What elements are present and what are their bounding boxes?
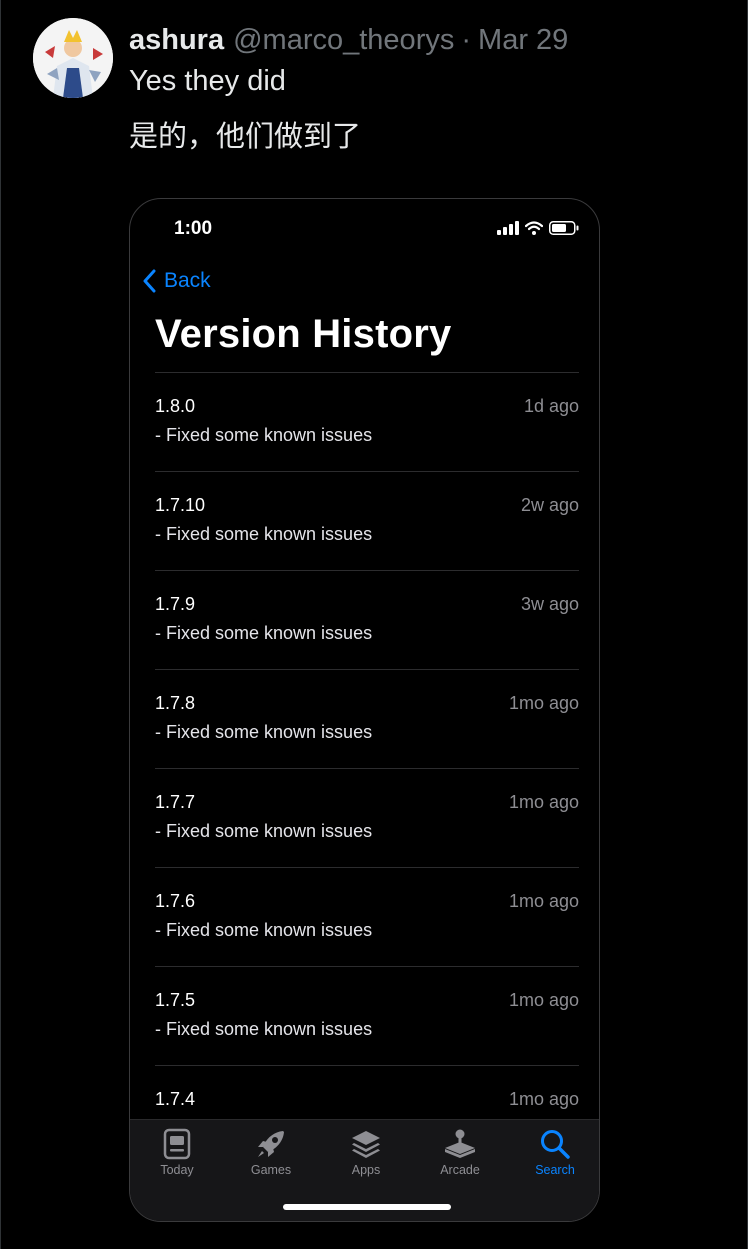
version-number: 1.7.10 bbox=[155, 495, 206, 515]
version-row[interactable]: 1.7.5 1mo ago - Fixed some known issues bbox=[155, 967, 579, 1066]
rocket-icon bbox=[258, 1131, 284, 1157]
battery-icon bbox=[549, 221, 579, 235]
tweet-date[interactable]: Mar 29 bbox=[478, 20, 568, 60]
author-handle[interactable]: @marco_theorys bbox=[233, 20, 454, 60]
version-age: 3w ago bbox=[520, 594, 579, 614]
version-age: 1mo ago bbox=[508, 693, 579, 713]
version-notes: - Fixed some known issues bbox=[155, 920, 373, 940]
version-number: 1.7.4 bbox=[155, 1089, 196, 1109]
version-number: 1.7.9 bbox=[155, 594, 196, 614]
author-avatar[interactable] bbox=[33, 18, 113, 98]
tweet-text-line: 是的，他们做到了 bbox=[129, 121, 362, 153]
version-row[interactable]: 1.8.0 1d ago - Fixed some known issues bbox=[155, 373, 579, 472]
version-row[interactable]: 1.7.10 2w ago - Fixed some known issues bbox=[155, 472, 579, 571]
page-title: Version History bbox=[155, 312, 452, 356]
tab-search[interactable]: Search bbox=[515, 1128, 595, 1177]
feed-border-left bbox=[0, 0, 1, 1249]
version-notes: - Fixed some known issues bbox=[155, 1019, 373, 1039]
version-age: 1mo ago bbox=[508, 990, 579, 1010]
tweet-text-line: Yes they did bbox=[129, 65, 286, 97]
version-notes: - Fixed some known issues bbox=[155, 524, 373, 544]
app-store-tab-bar: Today Games Apps Arcade Search bbox=[130, 1119, 599, 1221]
version-row[interactable]: 1.7.8 1mo ago - Fixed some known issues bbox=[155, 670, 579, 769]
tweet-media-screenshot[interactable]: 1:00 Back Version History 1.8.0 1d ago -… bbox=[129, 198, 600, 1222]
cellular-signal-icon bbox=[497, 221, 519, 235]
version-number: 1.7.7 bbox=[155, 792, 196, 812]
chevron-left-icon bbox=[143, 269, 156, 293]
search-icon bbox=[541, 1130, 570, 1159]
version-row[interactable]: 1.7.9 3w ago - Fixed some known issues bbox=[155, 571, 579, 670]
tab-label: Apps bbox=[351, 1163, 381, 1177]
today-icon bbox=[163, 1128, 191, 1160]
tab-arcade[interactable]: Arcade bbox=[420, 1128, 500, 1177]
version-notes: - Fixed some known issues bbox=[155, 821, 373, 841]
tab-games[interactable]: Games bbox=[231, 1128, 311, 1177]
tweet-header: ashura @marco_theorys · Mar 29 bbox=[129, 20, 568, 60]
version-notes: - Fixed some known issues bbox=[155, 425, 373, 445]
wifi-icon bbox=[525, 221, 543, 235]
version-age: 1mo ago bbox=[508, 891, 579, 911]
version-age: 1mo ago bbox=[508, 1089, 579, 1109]
version-number: 1.7.5 bbox=[155, 990, 196, 1010]
version-notes: - Fixed some known issues bbox=[155, 623, 373, 643]
version-number: 1.7.8 bbox=[155, 693, 196, 713]
version-age: 1mo ago bbox=[508, 792, 579, 812]
version-notes: - Fixed some known issues bbox=[155, 722, 373, 742]
tab-label: Search bbox=[535, 1163, 575, 1177]
version-row[interactable]: 1.7.6 1mo ago - Fixed some known issues bbox=[155, 868, 579, 967]
version-list[interactable]: 1.8.0 1d ago - Fixed some known issues 1… bbox=[155, 373, 579, 1165]
version-number: 1.7.6 bbox=[155, 891, 196, 911]
version-age: 1d ago bbox=[523, 396, 579, 416]
version-row[interactable]: 1.7.7 1mo ago - Fixed some known issues bbox=[155, 769, 579, 868]
back-label: Back bbox=[164, 269, 211, 292]
layers-icon bbox=[352, 1131, 380, 1158]
status-icons bbox=[497, 221, 579, 235]
home-indicator[interactable] bbox=[283, 1204, 451, 1210]
tab-today[interactable]: Today bbox=[137, 1128, 217, 1177]
tab-label: Arcade bbox=[440, 1163, 480, 1177]
tab-apps[interactable]: Apps bbox=[326, 1128, 406, 1177]
author-name[interactable]: ashura bbox=[129, 20, 224, 60]
version-age: 2w ago bbox=[520, 495, 579, 515]
separator-dot: · bbox=[461, 24, 472, 56]
tab-label: Games bbox=[250, 1163, 292, 1177]
status-time: 1:00 bbox=[174, 218, 213, 239]
version-number: 1.8.0 bbox=[155, 396, 196, 416]
tab-label: Today bbox=[160, 1163, 194, 1177]
joystick-icon bbox=[445, 1129, 475, 1158]
back-button[interactable]: Back bbox=[142, 269, 211, 293]
